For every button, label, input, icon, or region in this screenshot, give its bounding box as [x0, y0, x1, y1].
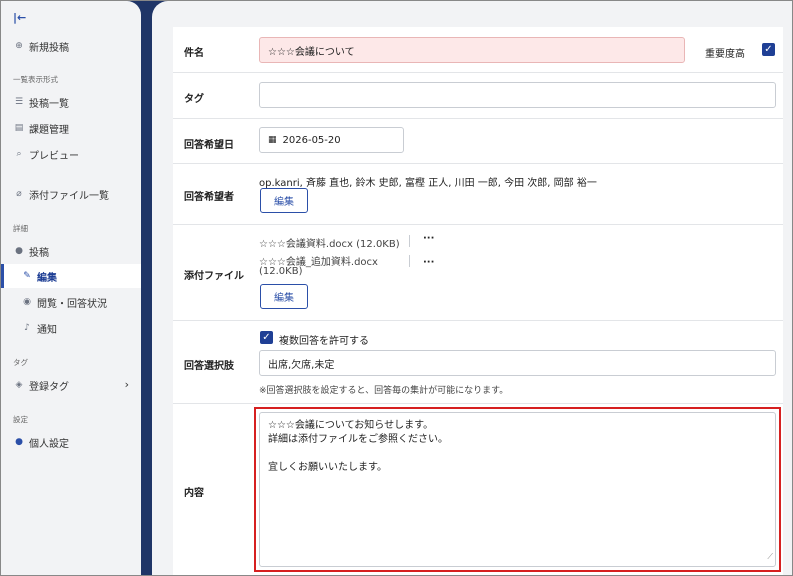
sidebar-section-detail: 詳細: [13, 224, 28, 233]
sidebar-item-label: 添付ファイル一覧: [29, 190, 109, 202]
respondents-label: 回答希望者: [184, 192, 234, 203]
sidebar: |← ⊕ 新規投稿 一覧表示形式 ☰ 投稿一覧 ▤ 課題管理 ⌕ プレビュー ⌀…: [1, 1, 141, 575]
desired-date-row: 回答希望日 ▦ 2026-05-20: [173, 119, 783, 164]
tag-row: タグ: [173, 73, 783, 119]
content-line: 詳細は添付ファイルをご参照ください。: [268, 434, 448, 445]
sidebar-item-label: 投稿一覧: [29, 98, 69, 110]
respondents-row: 回答希望者 op.kanri, 斉藤 直也, 鈴木 史郎, 富樫 正人, 川田 …: [173, 164, 783, 225]
divider: [409, 255, 410, 267]
sidebar-item-label: プレビュー: [29, 150, 79, 162]
pencil-icon: ✎: [23, 271, 31, 281]
sidebar-item-label: 投稿: [29, 247, 49, 259]
sidebar-section-tag: タグ: [13, 358, 28, 367]
sidebar-item-registered-tags[interactable]: ◈ 登録タグ ›: [1, 373, 141, 397]
choices-row: 回答選択肢 ✓ 複数回答を許可する 出席,欠席,未定 ※回答選択肢を設定すると、…: [173, 321, 783, 404]
subject-row: 件名 ☆☆☆会議について 重要度高 ✓: [173, 27, 783, 73]
tag-label: タグ: [184, 94, 204, 105]
attachments-edit-button[interactable]: 編集: [260, 284, 308, 309]
attachments-row: 添付ファイル ☆☆☆会議資料.docx (12.0KB) ··· ☆☆☆会議_追…: [173, 225, 783, 321]
sidebar-item-edit[interactable]: ✎ 編集: [1, 264, 141, 288]
main-panel: 件名 ☆☆☆会議について 重要度高 ✓ タグ 回答希望日 ▦ 2026-05-2…: [152, 1, 792, 575]
desired-date-label: 回答希望日: [184, 140, 234, 151]
sidebar-item-label: 新規投稿: [29, 42, 69, 54]
sidebar-section-settings: 設定: [13, 415, 28, 424]
content-line: 宜しくお願いいたします。: [268, 462, 387, 473]
sidebar-item-label: 編集: [37, 272, 57, 284]
sidebar-item-label: 閲覧・回答状況: [37, 298, 107, 310]
sidebar-item-post[interactable]: ● 投稿: [1, 239, 141, 263]
resize-handle-icon[interactable]: ⟋: [767, 550, 773, 564]
choices-label: 回答選択肢: [184, 361, 234, 372]
sidebar-section-list: 一覧表示形式: [13, 75, 58, 84]
magnifier-icon: ⌕: [16, 149, 22, 159]
choices-hint: ※回答選択肢を設定すると、回答毎の集計が可能になります。: [259, 386, 509, 396]
sidebar-item-view-status[interactable]: ◉ 閲覧・回答状況: [1, 290, 141, 314]
sidebar-item-label: 通知: [37, 324, 57, 336]
sidebar-item-task-mgmt[interactable]: ▤ 課題管理: [1, 116, 141, 140]
content-line: ☆☆☆会議についてお知らせします。: [268, 420, 434, 431]
choices-input[interactable]: 出席,欠席,未定: [259, 350, 776, 376]
paperclip-icon: ⌀: [16, 189, 22, 199]
list-icon: ☰: [14, 97, 24, 107]
subject-label: 件名: [184, 48, 204, 59]
respondents-edit-button[interactable]: 編集: [260, 188, 308, 213]
content-row: 内容 ☆☆☆会議についてお知らせします。 詳細は添付ファイルをご参照ください。 …: [173, 404, 783, 575]
desired-date-value: 2026-05-20: [282, 134, 341, 146]
importance-label: 重要度高: [705, 49, 745, 60]
sidebar-item-personal-settings[interactable]: ● 個人設定: [1, 430, 141, 454]
allow-multiple-label: 複数回答を許可する: [279, 336, 369, 347]
content-line: [268, 447, 767, 461]
edit-form: 件名 ☆☆☆会議について 重要度高 ✓ タグ 回答希望日 ▦ 2026-05-2…: [173, 27, 783, 575]
respondents-value: op.kanri, 斉藤 直也, 鈴木 史郎, 富樫 正人, 川田 一郎, 今田…: [259, 178, 597, 189]
tag-input[interactable]: [259, 82, 776, 108]
tag-icon: ◈: [15, 380, 23, 390]
subject-input[interactable]: ☆☆☆会議について: [259, 37, 685, 63]
sidebar-item-post-list[interactable]: ☰ 投稿一覧: [1, 90, 141, 114]
sidebar-item-label: 登録タグ: [29, 381, 69, 393]
bell-icon: ♪: [24, 323, 30, 333]
sidebar-item-attachments[interactable]: ⌀ 添付ファイル一覧: [1, 182, 141, 206]
chevron-right-icon: ›: [124, 378, 129, 391]
divider: [409, 235, 410, 247]
sidebar-item-notify[interactable]: ♪ 通知: [1, 316, 141, 340]
sidebar-item-new-post[interactable]: ⊕ 新規投稿: [1, 34, 141, 58]
check-circle-icon: ◉: [23, 297, 31, 307]
plus-circle-icon: ⊕: [15, 41, 23, 51]
desired-date-input[interactable]: ▦ 2026-05-20: [259, 127, 404, 153]
sidebar-item-label: 個人設定: [29, 438, 69, 450]
file-1-more-icon[interactable]: ···: [423, 233, 434, 244]
document-icon: ▤: [14, 123, 24, 133]
content-label: 内容: [184, 488, 204, 499]
chat-bubble-icon: ●: [15, 246, 23, 256]
attachments-label: 添付ファイル: [184, 271, 244, 282]
person-icon: ●: [15, 437, 23, 447]
collapse-left-icon[interactable]: |←: [13, 11, 26, 24]
file-2-more-icon[interactable]: ···: [423, 257, 434, 268]
calendar-icon: ▦: [268, 135, 277, 145]
content-textarea[interactable]: ☆☆☆会議についてお知らせします。 詳細は添付ファイルをご参照ください。 宜しく…: [259, 412, 776, 567]
sidebar-item-label: 課題管理: [29, 124, 69, 136]
attachment-file-2-size: (12.0KB): [259, 266, 303, 277]
sidebar-item-preview[interactable]: ⌕ プレビュー: [1, 142, 141, 166]
allow-multiple-checkbox[interactable]: ✓: [260, 331, 273, 344]
importance-checkbox[interactable]: ✓: [762, 43, 775, 56]
attachment-file-1[interactable]: ☆☆☆会議資料.docx (12.0KB): [259, 235, 400, 250]
